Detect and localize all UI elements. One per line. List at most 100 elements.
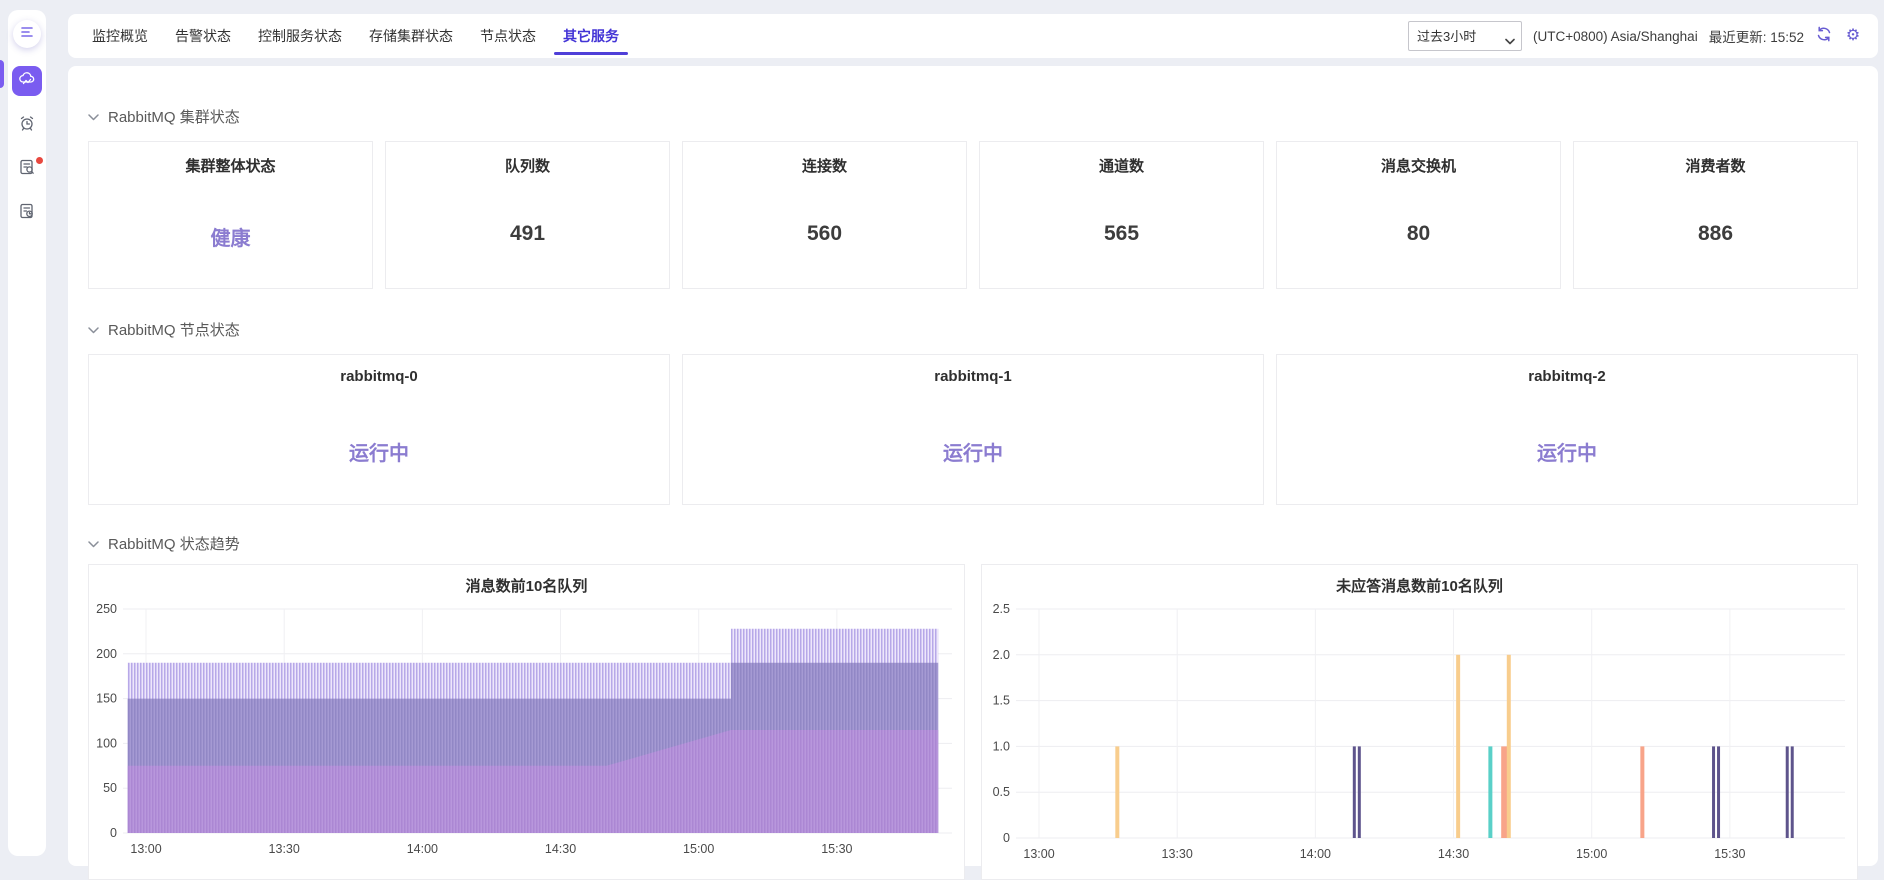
topbar-right: 过去3小时 (UTC+0800) Asia/Shanghai 最近更新: 15:…: [1408, 21, 1862, 51]
time-range-select-wrap: 过去3小时: [1408, 21, 1522, 51]
refresh-button[interactable]: [1815, 27, 1833, 45]
tab-monitoring-overview[interactable]: 监控概览: [92, 14, 148, 58]
charts-row: 消息数前10名队列 0 50 100 150 200 250 13:00 13:30 14:00…: [88, 564, 1858, 870]
svg-text:15:00: 15:00: [1576, 847, 1607, 861]
alarm-clock-icon: [18, 114, 36, 137]
node-card-title: rabbitmq-1: [683, 368, 1263, 385]
node-card-title: rabbitmq-2: [1277, 368, 1857, 385]
node-card-status: 运行中: [1277, 437, 1857, 466]
cloud-monitor-icon: [18, 70, 36, 93]
tab-bar: 监控概览 告警状态 控制服务状态 存储集群状态 节点状态 其它服务: [92, 14, 619, 58]
svg-text:2.5: 2.5: [993, 602, 1010, 616]
svg-text:0: 0: [110, 826, 117, 840]
time-range-select[interactable]: 过去3小时: [1408, 21, 1522, 51]
node-card-title: rabbitmq-0: [89, 368, 669, 385]
gear-icon: ⚙: [1846, 28, 1860, 44]
topbar: 监控概览 告警状态 控制服务状态 存储集群状态 节点状态 其它服务 过去3小时 …: [68, 14, 1878, 58]
node-card-rabbitmq-0: rabbitmq-0 运行中: [88, 354, 670, 505]
notification-badge: [36, 157, 43, 164]
svg-text:100: 100: [96, 736, 117, 750]
chart-panel-messages: 消息数前10名队列 0 50 100 150 200 250 13:00 13:30 14:00…: [88, 564, 965, 880]
svg-text:14:00: 14:00: [407, 842, 438, 856]
refresh-icon: [1816, 26, 1832, 47]
stat-card-value: 565: [980, 222, 1263, 246]
svg-text:14:30: 14:30: [545, 842, 576, 856]
svg-text:13:30: 13:30: [269, 842, 300, 856]
unacked-top10-chart: 0 0.5 1.0 1.5 2.0 2.5 13:00 13:30 14:00 14:30 15:0…: [982, 597, 1857, 879]
chart-title: 未应答消息数前10名队列: [982, 575, 1857, 597]
node-card-rabbitmq-1: rabbitmq-1 运行中: [682, 354, 1264, 505]
stat-card-value: 560: [683, 222, 966, 246]
messages-top10-chart: 0 50 100 150 200 250 13:00 13:30 14:00 14:30 15:00…: [89, 597, 964, 879]
stat-card-value: 80: [1277, 222, 1560, 246]
tab-storage-cluster-status[interactable]: 存储集群状态: [369, 14, 453, 58]
svg-text:15:30: 15:30: [821, 842, 852, 856]
svg-text:150: 150: [96, 692, 117, 706]
svg-text:14:30: 14:30: [1438, 847, 1469, 861]
node-card-status: 运行中: [683, 437, 1263, 466]
sidebar-item-inspection[interactable]: [12, 154, 42, 184]
svg-text:15:00: 15:00: [683, 842, 714, 856]
settings-button[interactable]: ⚙: [1844, 27, 1862, 45]
stat-card-cluster-health: 集群整体状态 健康: [88, 141, 373, 289]
chevron-down-icon: [88, 321, 99, 338]
stat-card-title: 消息交换机: [1277, 155, 1560, 176]
stat-card-queues: 队列数 491: [385, 141, 670, 289]
chart-title: 消息数前10名队列: [89, 575, 964, 597]
stat-card-title: 队列数: [386, 155, 669, 176]
svg-text:0.5: 0.5: [993, 785, 1010, 799]
sidebar-active-indicator: [0, 60, 4, 88]
stat-card-consumers: 消费者数 886: [1573, 141, 1858, 289]
menu-icon: [20, 25, 34, 43]
chart-panel-unacked: 未应答消息数前10名队列 0 0.5 1.0 1.5 2.0 2.5 13:00 13:30 1…: [981, 564, 1858, 880]
svg-text:1.5: 1.5: [993, 694, 1010, 708]
tab-node-status[interactable]: 节点状态: [480, 14, 536, 58]
document-clock-icon: [18, 202, 36, 225]
tab-other-services[interactable]: 其它服务: [563, 14, 619, 58]
section-title: RabbitMQ 集群状态: [108, 106, 240, 127]
sidebar: [8, 10, 46, 856]
stat-card-title: 通道数: [980, 155, 1263, 176]
stat-card-value: 健康: [89, 222, 372, 251]
svg-text:0: 0: [1003, 831, 1010, 845]
stat-card-value: 491: [386, 222, 669, 246]
section-title: RabbitMQ 状态趋势: [108, 533, 240, 554]
stat-card-title: 消费者数: [1574, 155, 1857, 176]
svg-text:1.0: 1.0: [993, 739, 1010, 753]
cluster-cards-row: 集群整体状态 健康 队列数 491 连接数 560 通道数 565 消息交换机 …: [88, 141, 1858, 289]
svg-text:14:00: 14:00: [1300, 847, 1331, 861]
svg-text:200: 200: [96, 647, 117, 661]
svg-text:50: 50: [103, 781, 117, 795]
stat-card-value: 886: [1574, 222, 1857, 246]
timezone-label: (UTC+0800) Asia/Shanghai: [1533, 29, 1698, 44]
section-header-cluster-status[interactable]: RabbitMQ 集群状态: [88, 66, 1858, 127]
sidebar-item-monitoring[interactable]: [12, 66, 42, 96]
stat-card-title: 集群整体状态: [89, 155, 372, 176]
svg-text:13:00: 13:00: [130, 842, 161, 856]
node-card-status: 运行中: [89, 437, 669, 466]
section-header-node-status[interactable]: RabbitMQ 节点状态: [88, 319, 1858, 340]
svg-text:13:30: 13:30: [1162, 847, 1193, 861]
chevron-down-icon: [88, 108, 99, 125]
tab-alert-status[interactable]: 告警状态: [175, 14, 231, 58]
dashboard-page: { "page": {"background": "#eceef4", "acc…: [0, 0, 1884, 848]
sidebar-item-alerts[interactable]: [12, 110, 42, 140]
node-card-rabbitmq-2: rabbitmq-2 运行中: [1276, 354, 1858, 505]
svg-text:13:00: 13:00: [1023, 847, 1054, 861]
document-search-icon: [18, 158, 36, 181]
stat-card-title: 连接数: [683, 155, 966, 176]
sidebar-item-reports[interactable]: [12, 198, 42, 228]
menu-button[interactable]: [13, 20, 41, 48]
main-content: RabbitMQ 集群状态 集群整体状态 健康 队列数 491 连接数 560 …: [68, 66, 1878, 866]
svg-text:15:30: 15:30: [1714, 847, 1745, 861]
last-update-label: 最近更新: 15:52: [1709, 26, 1804, 46]
node-cards-row: rabbitmq-0 运行中 rabbitmq-1 运行中 rabbitmq-2…: [88, 354, 1858, 505]
svg-text:250: 250: [96, 602, 117, 616]
stat-card-connections: 连接数 560: [682, 141, 967, 289]
stat-card-channels: 通道数 565: [979, 141, 1264, 289]
stat-card-exchanges: 消息交换机 80: [1276, 141, 1561, 289]
svg-text:2.0: 2.0: [993, 648, 1010, 662]
section-header-status-trend[interactable]: RabbitMQ 状态趋势: [88, 533, 1858, 554]
section-title: RabbitMQ 节点状态: [108, 319, 240, 340]
tab-control-service-status[interactable]: 控制服务状态: [258, 14, 342, 58]
